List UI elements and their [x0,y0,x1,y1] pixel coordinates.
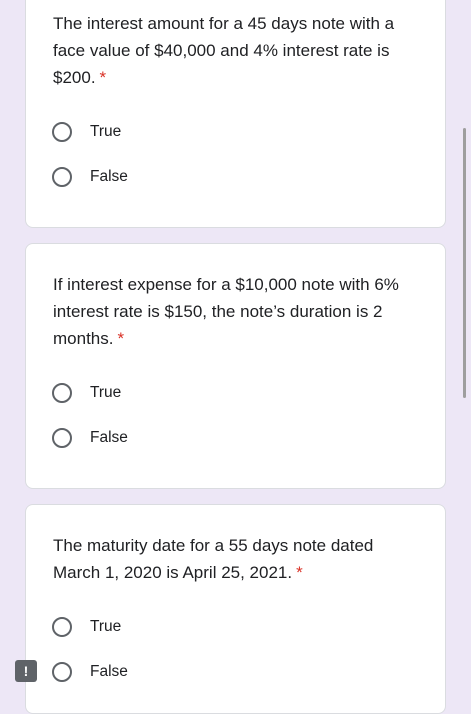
radio-button-icon[interactable] [52,167,72,187]
required-asterisk: * [117,329,125,348]
option-false-q1[interactable]: False [52,164,128,190]
option-true-q3[interactable]: True [52,614,121,640]
scrollbar[interactable] [463,128,466,398]
required-asterisk: * [296,563,303,582]
question-card-1: The interest amount for a 45 days note w… [25,0,446,228]
radio-button-icon[interactable] [52,428,72,448]
radio-button-icon[interactable] [52,383,72,403]
option-false-q2[interactable]: False [52,425,128,451]
option-true-q2[interactable]: True [52,380,121,406]
option-label: True [90,384,122,401]
question-text-1: The interest amount for a 45 days note w… [53,10,423,91]
option-label: True [90,618,122,635]
radio-button-icon[interactable] [52,122,72,142]
radio-button-icon[interactable] [52,617,72,637]
question-card-3: The maturity date for a 55 days note dat… [25,504,446,714]
question-text-3: The maturity date for a 55 days note dat… [53,532,423,586]
option-label: False [90,429,128,446]
radio-button-icon[interactable] [52,662,72,682]
question-2-label: If interest expense for a $10,000 note w… [53,275,399,348]
report-problem-icon[interactable]: ! [15,660,37,682]
option-true-q1[interactable]: True [52,119,121,145]
option-label: False [90,168,128,185]
option-label: True [90,123,122,140]
option-false-q3[interactable]: False [52,659,128,685]
question-card-2: If interest expense for a $10,000 note w… [25,243,446,489]
required-asterisk: * [99,68,107,87]
question-text-2: If interest expense for a $10,000 note w… [53,271,423,352]
question-3-label: The maturity date for a 55 days note dat… [53,536,374,582]
option-label: False [90,663,128,680]
